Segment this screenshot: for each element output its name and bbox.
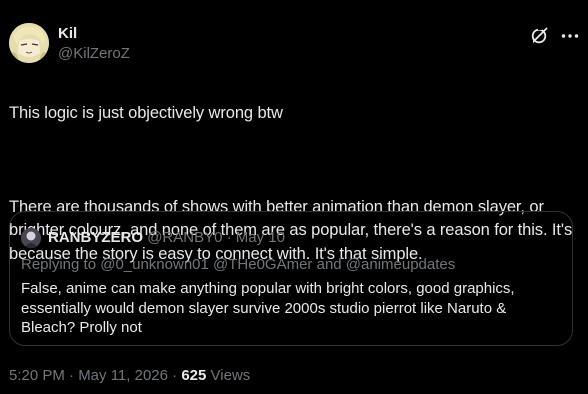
tweet-detail: Kil @KilZeroZ This logic is just objecti… — [0, 0, 588, 394]
quoted-author-handle: @RANBY0 — [147, 229, 223, 246]
quoted-avatar-image — [21, 228, 41, 248]
quoted-text: False, anime can make anything popular w… — [21, 280, 515, 336]
views-label: Views — [210, 367, 251, 384]
author-name[interactable]: Kil — [58, 25, 77, 43]
author-avatar[interactable] — [9, 23, 49, 63]
quoted-replying-to: Replying to @0_unknown01 @THe0GAmer and … — [21, 256, 456, 273]
quoted-date: May 10 — [235, 229, 285, 246]
tweet-text-line1: This logic is just objectively wrong btw — [9, 103, 283, 122]
more-dots-icon[interactable] — [560, 26, 580, 46]
author-handle[interactable]: @KilZeroZ — [58, 45, 130, 63]
meta-separator: · — [172, 367, 178, 384]
grok-slash-icon[interactable] — [529, 26, 549, 46]
quoted-author-name: RANBYZERO — [48, 229, 144, 246]
tweet-meta: 5:20 PM · May 11, 2026 · 625 Views — [9, 367, 250, 385]
quoted-header: RANBYZERO @RANBY0 · May 10 — [48, 229, 285, 247]
avatar-image — [9, 23, 49, 63]
tweet-timestamp[interactable]: 5:20 PM · May 11, 2026 — [9, 367, 168, 384]
quoted-separator: · — [226, 229, 232, 246]
quoted-author-avatar — [21, 228, 41, 248]
quoted-tweet-card[interactable]: RANBYZERO @RANBY0 · May 10 Replying to @… — [9, 211, 573, 346]
views-count: 625 — [181, 367, 207, 384]
